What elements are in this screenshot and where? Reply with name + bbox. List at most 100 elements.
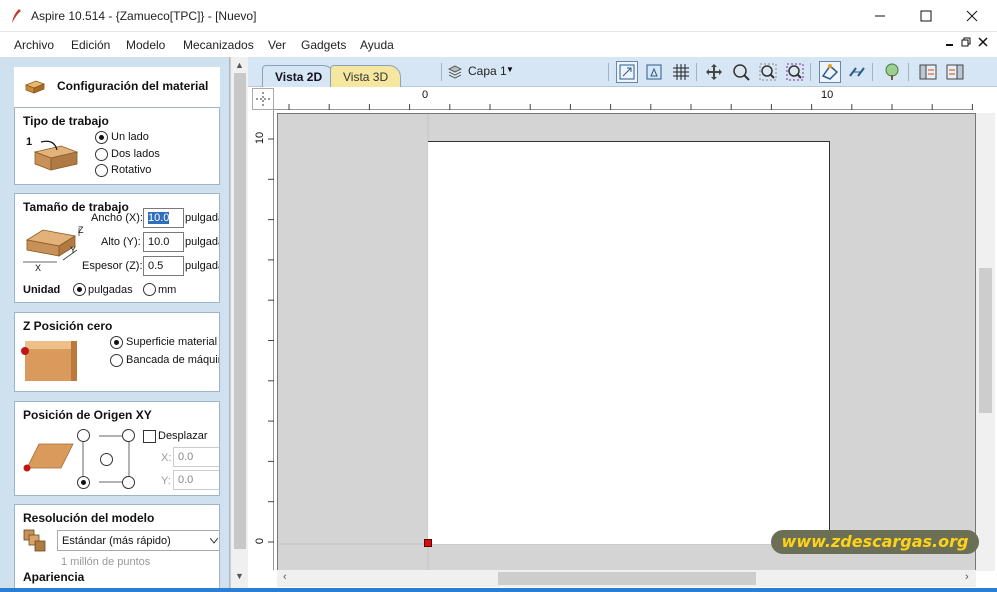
scroll-left-icon[interactable]: ‹ bbox=[283, 571, 287, 583]
job-type-two-sides-radio[interactable] bbox=[95, 148, 108, 161]
mdi-minimize-icon[interactable] bbox=[945, 37, 955, 47]
minimize-button[interactable] bbox=[857, 0, 903, 32]
z-zero-table-label: Bancada de máquina bbox=[126, 354, 220, 366]
ruler-top-label-10: 10 bbox=[821, 89, 834, 101]
menu-archivo[interactable]: Archivo bbox=[14, 38, 54, 52]
zoom-window-button[interactable] bbox=[730, 61, 752, 83]
layers-icon[interactable] bbox=[448, 65, 462, 79]
ruler-left-label-0: 0 bbox=[254, 537, 267, 545]
panel-scroll-thumb[interactable] bbox=[234, 73, 246, 549]
origin-top-right-radio[interactable] bbox=[122, 429, 135, 442]
job-type-two-sides-label: Dos lados bbox=[111, 148, 160, 160]
offset-x-label: X: bbox=[161, 452, 172, 464]
menu-bar: Archivo Edición Modelo Mecanizados Ver G… bbox=[0, 32, 997, 57]
scroll-down-icon[interactable]: ▼ bbox=[235, 571, 244, 581]
toggle-vectors-button[interactable] bbox=[819, 61, 841, 83]
thickness-input[interactable]: 0.5 bbox=[143, 256, 184, 276]
offset-y-input[interactable]: 0.0 bbox=[173, 470, 219, 490]
units-inches-radio[interactable] bbox=[73, 283, 86, 296]
ruler-left-label-10: 10 bbox=[254, 131, 267, 145]
resolution-header: Resolución del modelo bbox=[23, 511, 155, 525]
z-zero-diagram-icon bbox=[21, 341, 77, 381]
title-bar: Aspire 10.514 - {Zamueco[TPC]} - [Nuevo] bbox=[0, 0, 997, 32]
job-type-one-side-label: Un lado bbox=[111, 131, 149, 143]
thickness-label: Espesor (Z): bbox=[82, 260, 143, 272]
mdi-close-icon[interactable] bbox=[978, 37, 988, 47]
job-type-rotary-radio[interactable] bbox=[95, 164, 108, 177]
material-sheet[interactable] bbox=[428, 141, 830, 544]
z-zero-table-radio[interactable] bbox=[110, 354, 123, 367]
watermark: www.zdescargas.org bbox=[771, 530, 979, 554]
zoom-extents-view-button[interactable] bbox=[757, 61, 779, 83]
origin-top-left-radio[interactable] bbox=[77, 429, 90, 442]
chevron-down-icon bbox=[210, 538, 218, 544]
menu-edicion[interactable]: Edición bbox=[71, 38, 110, 52]
units-mm-label: mm bbox=[158, 284, 177, 296]
layer-dropdown-icon[interactable]: ▼ bbox=[506, 65, 514, 74]
aspire-logo-icon bbox=[12, 9, 21, 23]
origin-marker bbox=[424, 539, 432, 547]
snap-icon bbox=[646, 64, 662, 80]
model-tree-button[interactable] bbox=[881, 61, 903, 83]
job-type-one-side-radio[interactable] bbox=[95, 131, 108, 144]
layer-selector[interactable]: Capa 1 bbox=[468, 64, 507, 78]
panel-scrollbar[interactable]: ▲ ▼ bbox=[230, 57, 248, 588]
origin-bottom-right-radio[interactable] bbox=[122, 476, 135, 489]
drawing-canvas[interactable] bbox=[277, 113, 977, 572]
tile-left-button[interactable] bbox=[917, 61, 939, 83]
maximize-button[interactable] bbox=[903, 0, 949, 32]
grid-icon bbox=[673, 64, 689, 80]
origin-bottom-left-radio[interactable] bbox=[77, 476, 90, 489]
material-setup-panel: Configuración del material Tipo de traba… bbox=[0, 57, 230, 588]
scroll-up-icon[interactable]: ▲ bbox=[235, 60, 244, 70]
ruler-corner[interactable] bbox=[252, 88, 274, 110]
width-unit: pulgadas bbox=[185, 212, 219, 224]
zoom-selection-button[interactable] bbox=[784, 61, 806, 83]
crosshair-icon bbox=[256, 92, 270, 106]
grid-button[interactable] bbox=[670, 61, 692, 83]
z-zero-surface-radio[interactable] bbox=[110, 336, 123, 349]
canvas-horizontal-scrollbar[interactable]: ‹ › bbox=[277, 570, 976, 587]
resolution-select[interactable]: Estándar (más rápido) bbox=[57, 530, 219, 551]
menu-ayuda[interactable]: Ayuda bbox=[360, 38, 394, 52]
toggle-links-button[interactable] bbox=[846, 61, 868, 83]
panel-right-icon bbox=[946, 64, 964, 80]
xy-origin-header: Posición de Origen XY bbox=[23, 408, 152, 422]
units-mm-radio[interactable] bbox=[143, 283, 156, 296]
ruler-horizontal: 0 10 bbox=[274, 88, 973, 110]
snap-button[interactable] bbox=[643, 61, 665, 83]
offset-label: Desplazar bbox=[158, 430, 208, 442]
canvas-vertical-scroll-thumb[interactable] bbox=[979, 268, 992, 413]
tab-vista-3d[interactable]: Vista 3D bbox=[330, 65, 402, 87]
origin-center-radio[interactable] bbox=[100, 453, 113, 466]
canvas-horizontal-scroll-thumb[interactable] bbox=[498, 572, 756, 585]
tree-icon bbox=[885, 63, 899, 80]
tile-right-button[interactable] bbox=[944, 61, 966, 83]
window-title: Aspire 10.514 - {Zamueco[TPC]} - [Nuevo] bbox=[31, 9, 257, 23]
height-input[interactable]: 10.0 bbox=[143, 232, 184, 252]
toolbar-separator bbox=[810, 63, 811, 81]
units-inches-label: pulgadas bbox=[88, 284, 133, 296]
menu-mecanizados[interactable]: Mecanizados bbox=[183, 38, 254, 52]
vector-selection-icon bbox=[821, 64, 839, 80]
zoom-extents-button[interactable] bbox=[616, 61, 638, 83]
offset-checkbox[interactable] bbox=[143, 430, 156, 443]
tab-vista-2d[interactable]: Vista 2D bbox=[262, 65, 336, 87]
pan-button[interactable] bbox=[703, 61, 725, 83]
view-toolbar: Vista 2D Vista 3D Capa 1 ▼ bbox=[248, 57, 997, 87]
menu-gadgets[interactable]: Gadgets bbox=[301, 38, 346, 52]
height-label: Alto (Y): bbox=[101, 236, 141, 248]
zoom-extents-icon bbox=[619, 64, 635, 80]
resolution-selected: Estándar (más rápido) bbox=[62, 535, 171, 547]
scroll-right-icon[interactable]: › bbox=[965, 571, 969, 583]
width-input[interactable]: 10.0 bbox=[143, 208, 184, 228]
close-icon bbox=[966, 10, 978, 22]
mdi-restore-icon[interactable] bbox=[961, 37, 971, 47]
close-button[interactable] bbox=[949, 0, 995, 32]
offset-x-input[interactable]: 0.0 bbox=[173, 447, 219, 467]
xy-origin-section: Posición de Origen XY Desplazar X: 0.0 Y… bbox=[14, 401, 220, 496]
toolbar-separator bbox=[908, 63, 909, 81]
menu-ver[interactable]: Ver bbox=[268, 38, 286, 52]
canvas-vertical-scrollbar[interactable] bbox=[976, 113, 995, 571]
menu-modelo[interactable]: Modelo bbox=[126, 38, 165, 52]
